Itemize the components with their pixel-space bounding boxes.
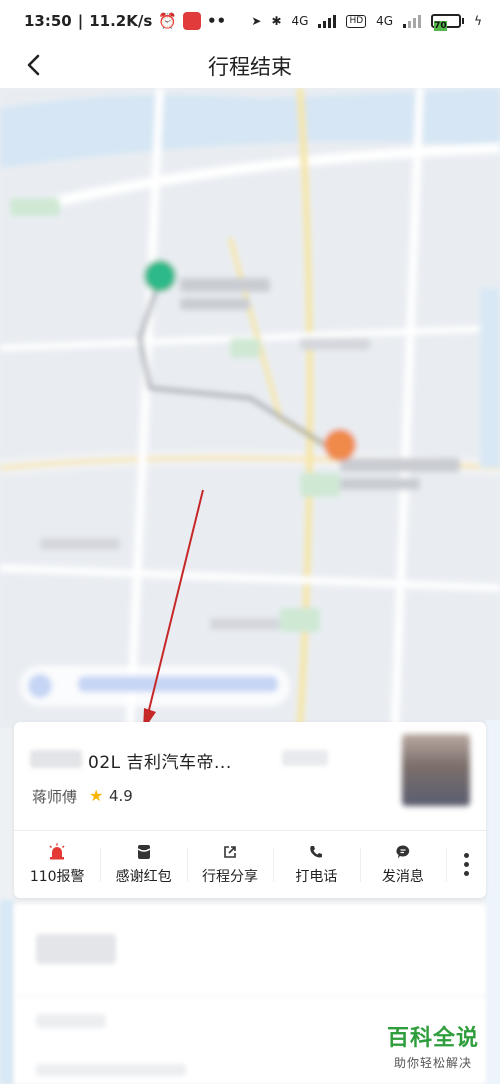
message-icon <box>393 842 413 862</box>
phone-icon <box>306 842 326 862</box>
status-net-speed: 11.2K/s <box>89 12 153 30</box>
battery-icon: 70 <box>431 14 465 31</box>
driver-card: 02L 吉利汽车帝... 蒋师傅 ★ 4.9 110报警 感谢红包 行程分享 打… <box>14 722 486 898</box>
trip-share-label: 行程分享 <box>202 869 259 885</box>
driver-avatar[interactable] <box>402 734 470 806</box>
status-separator: | <box>77 12 84 30</box>
bluetooth-icon: ✱ <box>271 14 282 28</box>
call-button[interactable]: 打电话 <box>273 834 359 894</box>
status-bar: 13:50 | 11.2K/s ⏰ •• ➤ ✱ 4G HD 4G 70 ϟ <box>0 0 500 42</box>
alarm-clock-icon: ⏰ <box>158 12 177 30</box>
more-dot-icon <box>463 852 469 858</box>
watermark-logo: 百科全说 助你轻松解决 <box>374 1020 492 1078</box>
watermark-subtitle: 助你轻松解决 <box>393 1056 472 1070</box>
start-marker-icon <box>144 260 176 292</box>
map-canvas <box>0 88 500 728</box>
alarm-icon <box>47 842 67 862</box>
driver-name: 蒋师傅 <box>32 788 78 806</box>
star-icon: ★ <box>89 786 104 805</box>
battery-level: 70 <box>434 21 447 31</box>
send-message-label: 发消息 <box>381 869 424 885</box>
net-type-1: 4G <box>291 14 309 28</box>
app-notification-icon <box>182 12 201 30</box>
plate-blurred <box>30 750 82 768</box>
red-packet-icon <box>134 842 154 862</box>
alarm-110-button[interactable]: 110报警 <box>14 834 100 894</box>
thanks-red-packet-button[interactable]: 感谢红包 <box>100 834 186 894</box>
status-left: 13:50 | 11.2K/s ⏰ •• <box>24 12 226 30</box>
share-icon <box>220 842 240 862</box>
car-info: 02L 吉利汽车帝... <box>88 753 232 773</box>
signal-icon <box>318 14 337 28</box>
alarm-110-label: 110报警 <box>29 869 85 885</box>
trip-share-button[interactable]: 行程分享 <box>186 834 273 894</box>
call-label: 打电话 <box>295 869 338 885</box>
status-time: 13:50 <box>24 12 72 30</box>
driver-rating: 4.9 <box>109 787 133 805</box>
nav-bar: 行程结束 <box>0 42 500 88</box>
send-message-button[interactable]: 发消息 <box>359 834 446 894</box>
location-icon: ➤ <box>251 14 262 28</box>
card-divider <box>14 830 486 831</box>
signal-2-icon <box>403 14 422 28</box>
net-type-2: 4G <box>376 14 394 28</box>
hd-badge: HD <box>346 14 367 28</box>
left-edge-strip <box>0 900 14 1084</box>
thanks-red-packet-label: 感谢红包 <box>115 869 172 885</box>
charging-icon: ϟ <box>474 14 482 28</box>
trip-map[interactable] <box>0 88 500 728</box>
status-right: ➤ ✱ 4G HD 4G 70 ϟ <box>251 14 482 31</box>
page-title: 行程结束 <box>208 55 292 79</box>
more-options-button[interactable] <box>446 834 486 894</box>
car-color-blurred <box>282 750 328 766</box>
end-marker-icon <box>324 429 356 461</box>
watermark-title: 百科全说 <box>386 1026 479 1051</box>
more-notifications-icon: •• <box>206 12 227 30</box>
action-bar: 110报警 感谢红包 行程分享 打电话 发消息 <box>14 834 486 894</box>
